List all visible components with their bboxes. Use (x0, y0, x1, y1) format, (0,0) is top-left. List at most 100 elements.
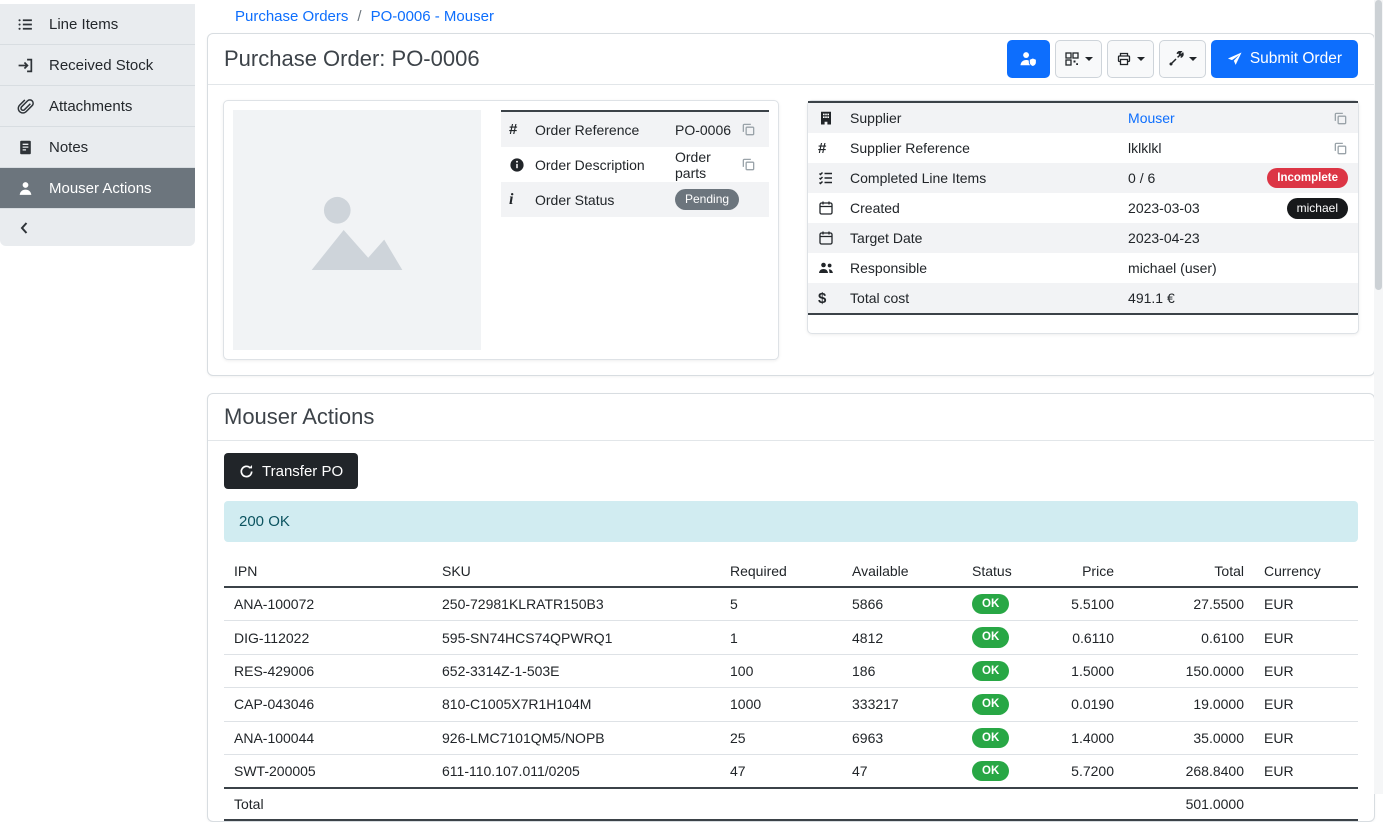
list-icon (17, 16, 34, 33)
detail-row-target-date: Target Date 2023-04-23 (808, 223, 1358, 253)
sidebar-collapse-button[interactable] (0, 209, 195, 246)
sign-in-icon (17, 57, 34, 74)
detail-label: Responsible (850, 260, 1128, 276)
parts-table-foot: Total 501.0000 (224, 788, 1358, 820)
scrollbar-thumb[interactable] (1375, 0, 1382, 290)
sidebar-item-attachments[interactable]: Attachments (0, 86, 195, 127)
cell-status: OK (962, 721, 1052, 754)
paper-plane-icon (1227, 52, 1242, 67)
detail-row-supplier-reference: # Supplier Reference lklklkl (808, 133, 1358, 163)
cell-currency: EUR (1254, 721, 1358, 754)
users-icon (818, 260, 834, 276)
response-alert: 200 OK (224, 501, 1358, 542)
column-header: Currency (1254, 556, 1358, 587)
print-actions-button[interactable] (1107, 40, 1154, 78)
cell-sku: 611-110.107.011/0205 (432, 754, 720, 788)
cell-available: 6963 (842, 721, 962, 754)
parts-row: DIG-112022 595-SN74HCS74QPWRQ1 1 4812 OK… (224, 621, 1358, 654)
sidebar-item-line-items[interactable]: Line Items (0, 4, 195, 45)
app-root: Line Items Received Stock Attachments No… (0, 0, 1383, 794)
detail-label: Target Date (850, 230, 1128, 246)
status-badge-pending: Pending (675, 189, 739, 210)
cell-ipn: DIG-112022 (224, 621, 432, 654)
calendar-icon (818, 200, 834, 216)
sidebar-item-label: Received Stock (49, 57, 153, 74)
submit-order-button[interactable]: Submit Order (1211, 40, 1358, 78)
detail-label: Order Description (535, 157, 675, 173)
cell-status: OK (962, 587, 1052, 621)
detail-value: 2023-04-23 (1128, 230, 1348, 246)
detail-row-created: Created 2023-03-03 michael (808, 193, 1358, 223)
copy-icon[interactable] (1333, 141, 1348, 156)
cell-total: 150.0000 (1124, 654, 1254, 687)
breadcrumb-purchase-orders[interactable]: Purchase Orders (235, 8, 348, 25)
order-actions-button[interactable] (1159, 40, 1206, 78)
detail-value: Order parts (675, 149, 741, 181)
cell-available: 4812 (842, 621, 962, 654)
transfer-po-label: Transfer PO (262, 463, 343, 480)
caret-down-icon (1137, 57, 1145, 61)
submit-order-label: Submit Order (1250, 50, 1342, 68)
cell-ipn: CAP-043046 (224, 688, 432, 721)
info-circle-icon (509, 157, 525, 173)
caret-down-icon (1189, 57, 1197, 61)
mouser-panel-body: Transfer PO 200 OK IPNSKURequiredAvailab… (208, 441, 1374, 821)
supplier-link[interactable]: Mouser (1128, 110, 1333, 126)
sidebar-item-label: Notes (49, 139, 88, 156)
cell-sku: 250-72981KLRATR150B3 (432, 587, 720, 621)
calendar-icon (818, 230, 834, 246)
cell-required: 47 (720, 754, 842, 788)
qr-code-icon (1064, 51, 1080, 67)
cell-ipn: ANA-100072 (224, 587, 432, 621)
breadcrumb-separator: / (357, 8, 361, 25)
parts-header-row: IPNSKURequiredAvailableStatusPriceTotalC… (224, 556, 1358, 587)
sidebar-item-received-stock[interactable]: Received Stock (0, 45, 195, 86)
column-header: Required (720, 556, 842, 587)
detail-label: Completed Line Items (850, 170, 1128, 186)
cell-required: 1000 (720, 688, 842, 721)
parts-total-row: Total 501.0000 (224, 788, 1358, 820)
detail-row-order-reference: # Order Reference PO-0006 (501, 112, 769, 147)
detail-row-total-cost: $ Total cost 491.1 € (808, 283, 1358, 313)
total-value: 501.0000 (1124, 788, 1254, 820)
barcode-actions-button[interactable] (1055, 40, 1102, 78)
user-shield-icon (1019, 50, 1037, 68)
cell-required: 5 (720, 587, 842, 621)
paperclip-icon (17, 98, 34, 115)
mouser-panel-header: Mouser Actions (208, 394, 1374, 441)
ok-badge: OK (972, 594, 1009, 614)
order-image-placeholder[interactable] (233, 110, 481, 350)
list-check-icon (818, 170, 834, 186)
copy-icon[interactable] (741, 157, 756, 172)
ok-badge: OK (972, 627, 1009, 647)
chevron-left-icon (17, 220, 33, 236)
transfer-po-button[interactable]: Transfer PO (224, 453, 358, 489)
detail-value: 491.1 € (1128, 290, 1348, 306)
sidebar-item-label: Mouser Actions (49, 180, 152, 197)
column-header: Price (1052, 556, 1124, 587)
detail-label: Created (850, 200, 1128, 216)
ok-badge: OK (972, 694, 1009, 714)
copy-icon[interactable] (741, 122, 756, 137)
detail-row-supplier: Supplier Mouser (808, 103, 1358, 133)
sidebar-item-mouser-actions[interactable]: Mouser Actions (0, 168, 195, 209)
column-header: Total (1124, 556, 1254, 587)
parts-row: SWT-200005 611-110.107.011/0205 47 47 OK… (224, 754, 1358, 788)
cell-required: 100 (720, 654, 842, 687)
detail-label: Supplier Reference (850, 140, 1128, 156)
ok-badge: OK (972, 661, 1009, 681)
page-header: Purchase Order: PO-0006 (208, 34, 1374, 85)
cell-price: 1.5000 (1052, 654, 1124, 687)
breadcrumb-current-order[interactable]: PO-0006 - Mouser (371, 8, 494, 25)
cell-total: 35.0000 (1124, 721, 1254, 754)
parts-table: IPNSKURequiredAvailableStatusPriceTotalC… (224, 556, 1358, 821)
cell-currency: EUR (1254, 754, 1358, 788)
scrollbar[interactable] (1374, 0, 1383, 794)
cell-price: 1.4000 (1052, 721, 1124, 754)
cell-currency: EUR (1254, 621, 1358, 654)
cell-required: 25 (720, 721, 842, 754)
admin-user-button[interactable] (1007, 40, 1050, 78)
building-icon (818, 110, 834, 126)
copy-icon[interactable] (1333, 111, 1348, 126)
sidebar-item-notes[interactable]: Notes (0, 127, 195, 168)
